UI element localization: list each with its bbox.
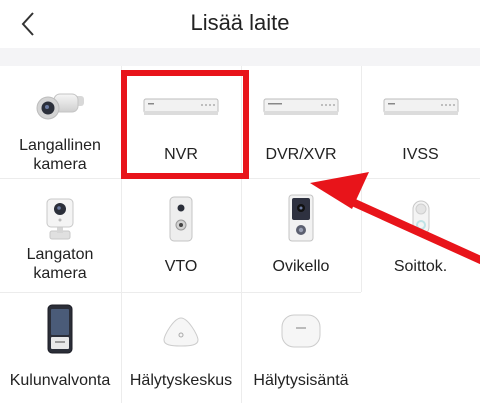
dvr-recorder-icon [263, 98, 339, 115]
alarm-hub-icon [163, 317, 199, 347]
device-doorbell[interactable]: Ovikello [241, 179, 361, 292]
access-terminal-icon [47, 304, 73, 354]
page-title: Lisää laite [190, 10, 290, 35]
device-access-control[interactable]: Kulunvalvonta [0, 293, 120, 403]
device-label: Hälytyskeskus [129, 372, 233, 389]
vto-intercom-icon [169, 196, 193, 242]
device-wired-camera[interactable]: Langallinen kamera [0, 66, 120, 178]
device-label: NVR [164, 146, 198, 163]
device-label: VTO [164, 258, 198, 275]
device-vto[interactable]: VTO [121, 179, 241, 292]
device-label: Kulunvalvonta [9, 372, 111, 389]
bullet-camera-icon [36, 93, 84, 120]
nvr-recorder-icon [143, 98, 219, 115]
back-button[interactable] [10, 6, 46, 42]
device-alarm-hub[interactable]: Hälytyskeskus [121, 293, 241, 403]
alarm-host-icon [281, 314, 321, 348]
device-label: Langaton kamera [26, 246, 94, 282]
chevron-left-icon [21, 12, 34, 36]
device-label: Langallinen kamera [19, 137, 101, 173]
device-wireless-camera[interactable]: Langaton kamera [0, 179, 120, 292]
doorbell-icon [288, 194, 314, 242]
device-alarm-host[interactable]: Hälytysisäntä [241, 293, 361, 403]
device-label: Hälytysisäntä [253, 372, 349, 389]
device-nvr[interactable]: NVR [121, 66, 241, 178]
device-ivss[interactable]: IVSS [361, 66, 480, 178]
device-label: DVR/XVR [265, 146, 337, 163]
header-bar: Lisää laite [0, 0, 480, 48]
ivss-recorder-icon [383, 98, 458, 115]
device-label: IVSS [402, 146, 439, 163]
device-dvr-xvr[interactable]: DVR/XVR [241, 66, 361, 178]
device-label: Soittok. [393, 258, 448, 275]
device-type-grid: Langallinen kamera NVR DVR/XVR IVSS Lang… [0, 66, 480, 403]
cube-camera-icon [46, 198, 74, 240]
device-label: Ovikello [272, 258, 330, 275]
chime-icon [412, 200, 429, 236]
device-chime[interactable]: Soittok. [361, 179, 480, 292]
section-divider [0, 48, 480, 66]
